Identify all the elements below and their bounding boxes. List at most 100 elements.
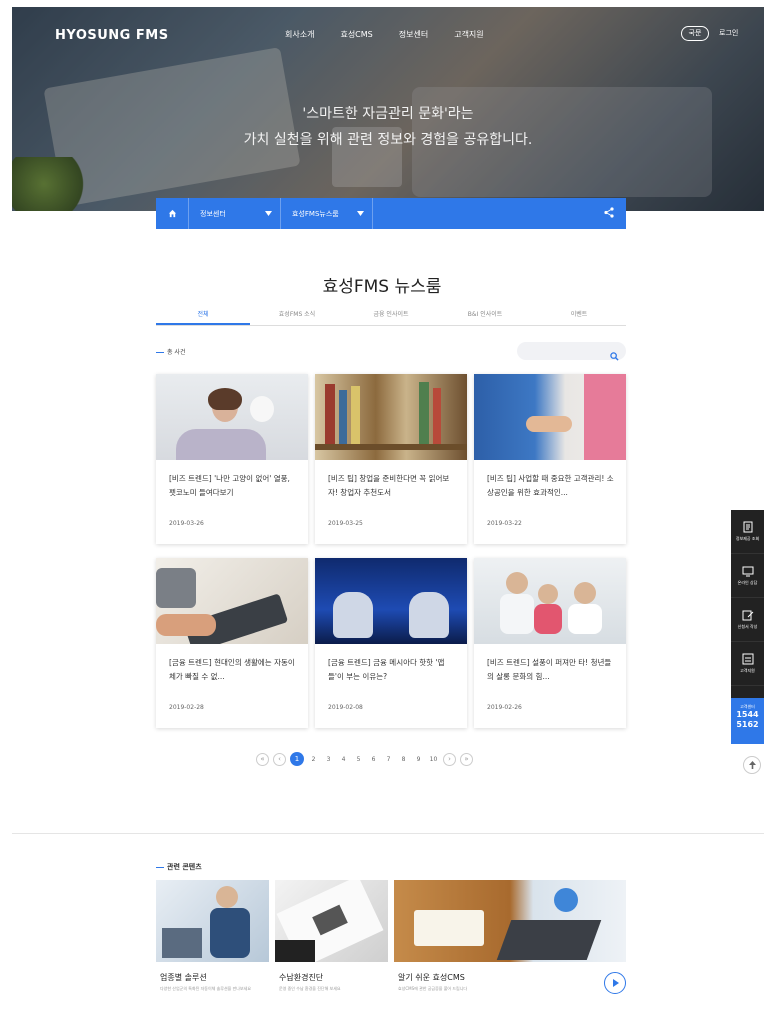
news-card[interactable]: [비즈 팁] 사업할 때 중요한 고객관리! 소상공인을 위한 효과적인... … bbox=[474, 374, 626, 544]
page-number[interactable]: 7 bbox=[383, 756, 394, 763]
scroll-top-button[interactable] bbox=[743, 756, 761, 774]
page-title: 효성FMS 뉴스룸 bbox=[322, 277, 442, 297]
section-divider bbox=[12, 833, 764, 834]
login-link[interactable]: 로그인 bbox=[719, 28, 738, 38]
quick-item-info[interactable]: 정보제공 조회 bbox=[731, 510, 764, 554]
call-center[interactable]: 고객센터 1544 5162 bbox=[731, 698, 764, 744]
news-card[interactable]: [금융 트렌드] 금융 메시아다 핫핫 '앱들'이 부는 이유는? 2019-0… bbox=[315, 558, 467, 728]
first-page-button[interactable]: « bbox=[256, 752, 269, 766]
news-card[interactable]: [비즈 트렌드] '나만 고양이 없어' 열풍, 펫코노미 들여다보기 2019… bbox=[156, 374, 308, 544]
page-number[interactable]: 8 bbox=[398, 756, 409, 763]
related-item-desc: 다양한 산업군의 특화된 자동이체 솔루션을 만나보세요 bbox=[160, 986, 251, 991]
news-thumbnail bbox=[474, 374, 626, 460]
monitor-icon bbox=[742, 566, 753, 577]
related-item-title: 수납환경진단 bbox=[279, 973, 324, 982]
home-icon bbox=[168, 209, 176, 218]
news-title: [비즈 팁] 사업할 때 중요한 고객관리! 소상공인을 위한 효과적인... bbox=[487, 474, 614, 497]
related-thumbnail bbox=[156, 880, 269, 962]
page-number[interactable]: 6 bbox=[368, 756, 379, 763]
related-thumbnail bbox=[394, 880, 626, 962]
quick-item-label: 신청서 작성 bbox=[737, 624, 758, 629]
last-page-button[interactable]: » bbox=[460, 752, 473, 766]
tab-fms-news[interactable]: 효성FMS 소식 bbox=[250, 306, 344, 325]
page-number[interactable]: 5 bbox=[353, 756, 364, 763]
news-date: 2019-03-22 bbox=[487, 520, 522, 527]
search-box bbox=[517, 342, 626, 364]
related-item[interactable]: 수납환경진단 운영 중인 수납 환경을 진단해 보세요 bbox=[275, 880, 388, 1010]
related-next-button[interactable] bbox=[604, 972, 626, 994]
news-title: [금융 트렌드] 현대인의 생활에는 자동이체가 빠질 수 없... bbox=[169, 658, 295, 681]
chevron-down-icon bbox=[357, 211, 364, 216]
related-item-title: 업종별 솔루션 bbox=[160, 973, 207, 982]
news-thumbnail bbox=[156, 374, 308, 460]
quick-item-apply[interactable]: 신청서 작성 bbox=[731, 598, 764, 642]
nav-item-info[interactable]: 정보센터 bbox=[399, 29, 428, 40]
quick-item-label: 고객지원 bbox=[740, 668, 755, 673]
tab-finance-insight[interactable]: 금융 인사이트 bbox=[344, 306, 438, 325]
page-number[interactable]: 10 bbox=[428, 756, 439, 763]
breadcrumb-level2-dropdown[interactable]: 효성FMS뉴스룸 bbox=[281, 198, 373, 229]
page: HYOSUNG FMS 회사소개 효성CMS 정보센터 고객지원 국문 로그인 … bbox=[0, 0, 764, 1025]
news-card[interactable]: [금융 트렌드] 현대인의 생활에는 자동이체가 빠질 수 없... 2019-… bbox=[156, 558, 308, 728]
top-nav: 회사소개 효성CMS 정보센터 고객지원 bbox=[285, 29, 484, 40]
arrow-up-icon bbox=[748, 761, 756, 769]
nav-item-company[interactable]: 회사소개 bbox=[285, 29, 314, 40]
quick-item-support[interactable]: 고객지원 bbox=[731, 642, 764, 686]
search-icon bbox=[610, 352, 619, 361]
page-number[interactable]: 9 bbox=[413, 756, 424, 763]
related-title-text: 관련 콘텐츠 bbox=[167, 863, 202, 871]
page-number[interactable]: 2 bbox=[308, 756, 319, 763]
total-bar bbox=[156, 352, 164, 353]
breadcrumb-level2-label: 효성FMS뉴스룸 bbox=[292, 209, 339, 218]
page-number[interactable]: 3 bbox=[323, 756, 334, 763]
share-button[interactable] bbox=[604, 207, 614, 220]
support-icon bbox=[742, 653, 753, 665]
nav-item-cms[interactable]: 효성CMS bbox=[340, 29, 372, 40]
related-item[interactable]: 알기 쉬운 효성CMS 효성CMS에 관한 궁금증을 풀어 드립니다 bbox=[394, 880, 626, 1010]
news-thumbnail bbox=[315, 558, 467, 644]
related-section-title: 관련 콘텐츠 bbox=[156, 862, 202, 872]
news-date: 2019-02-28 bbox=[169, 704, 204, 711]
call-number-1: 1544 bbox=[736, 710, 759, 719]
form-edit-icon bbox=[742, 610, 753, 621]
news-date: 2019-02-26 bbox=[487, 704, 522, 711]
page-number-current[interactable]: 1 bbox=[290, 752, 304, 766]
search-button[interactable] bbox=[610, 346, 619, 365]
tab-bi-insight[interactable]: B&I 인사이트 bbox=[438, 306, 532, 325]
tab-all[interactable]: 전체 bbox=[156, 306, 250, 325]
news-thumbnail bbox=[315, 374, 467, 460]
news-date: 2019-02-08 bbox=[328, 704, 363, 711]
play-icon bbox=[612, 979, 619, 987]
language-button[interactable]: 국문 bbox=[681, 26, 709, 41]
next-page-button[interactable]: › bbox=[443, 752, 456, 766]
nav-item-support[interactable]: 고객지원 bbox=[454, 29, 483, 40]
breadcrumb: 정보센터 효성FMS뉴스룸 bbox=[156, 198, 626, 229]
news-thumbnail bbox=[156, 558, 308, 644]
total-label: 총 사건 bbox=[167, 349, 186, 356]
news-title: [금융 트렌드] 금융 메시아다 핫핫 '앱들'이 부는 이유는? bbox=[328, 658, 445, 681]
document-icon bbox=[743, 521, 752, 533]
quick-item-label: 정보제공 조회 bbox=[735, 536, 760, 541]
related-thumbnail bbox=[275, 880, 388, 962]
search-input[interactable] bbox=[517, 346, 602, 364]
logo[interactable]: HYOSUNG FMS bbox=[55, 28, 169, 43]
related-item-desc: 운영 중인 수납 환경을 진단해 보세요 bbox=[279, 986, 341, 991]
hero-headline-1: '스마트한 자금관리 문화'라는 bbox=[302, 106, 474, 122]
news-card[interactable]: [비즈 팁] 창업을 준비한다면 꼭 읽어보자! 창업자 추천도서 2019-0… bbox=[315, 374, 467, 544]
news-title: [비즈 트렌드] '나만 고양이 없어' 열풍, 펫코노미 들여다보기 bbox=[169, 474, 290, 497]
related-bar bbox=[156, 866, 164, 868]
chevron-down-icon bbox=[265, 211, 272, 216]
quick-item-consult[interactable]: 온라인 상담 bbox=[731, 554, 764, 598]
breadcrumb-level1-dropdown[interactable]: 정보센터 bbox=[189, 198, 281, 229]
related-item[interactable]: 업종별 솔루션 다양한 산업군의 특화된 자동이체 솔루션을 만나보세요 bbox=[156, 880, 269, 1010]
hero-banner: HYOSUNG FMS 회사소개 효성CMS 정보센터 고객지원 국문 로그인 … bbox=[12, 7, 764, 211]
news-card[interactable]: [비즈 트렌드] 설풍이 퍼져만 타! 청년들의 살롱 문화의 힘... 201… bbox=[474, 558, 626, 728]
total-count: 총 사건 bbox=[156, 347, 185, 356]
prev-page-button[interactable]: ‹ bbox=[273, 752, 286, 766]
category-tabs: 전체 효성FMS 소식 금융 인사이트 B&I 인사이트 이벤트 bbox=[156, 306, 626, 326]
tab-event[interactable]: 이벤트 bbox=[532, 306, 626, 325]
page-number[interactable]: 4 bbox=[338, 756, 349, 763]
home-button[interactable] bbox=[156, 198, 189, 229]
news-date: 2019-03-25 bbox=[328, 520, 363, 527]
news-title: [비즈 트렌드] 설풍이 퍼져만 타! 청년들의 살롱 문화의 힘... bbox=[487, 658, 612, 681]
